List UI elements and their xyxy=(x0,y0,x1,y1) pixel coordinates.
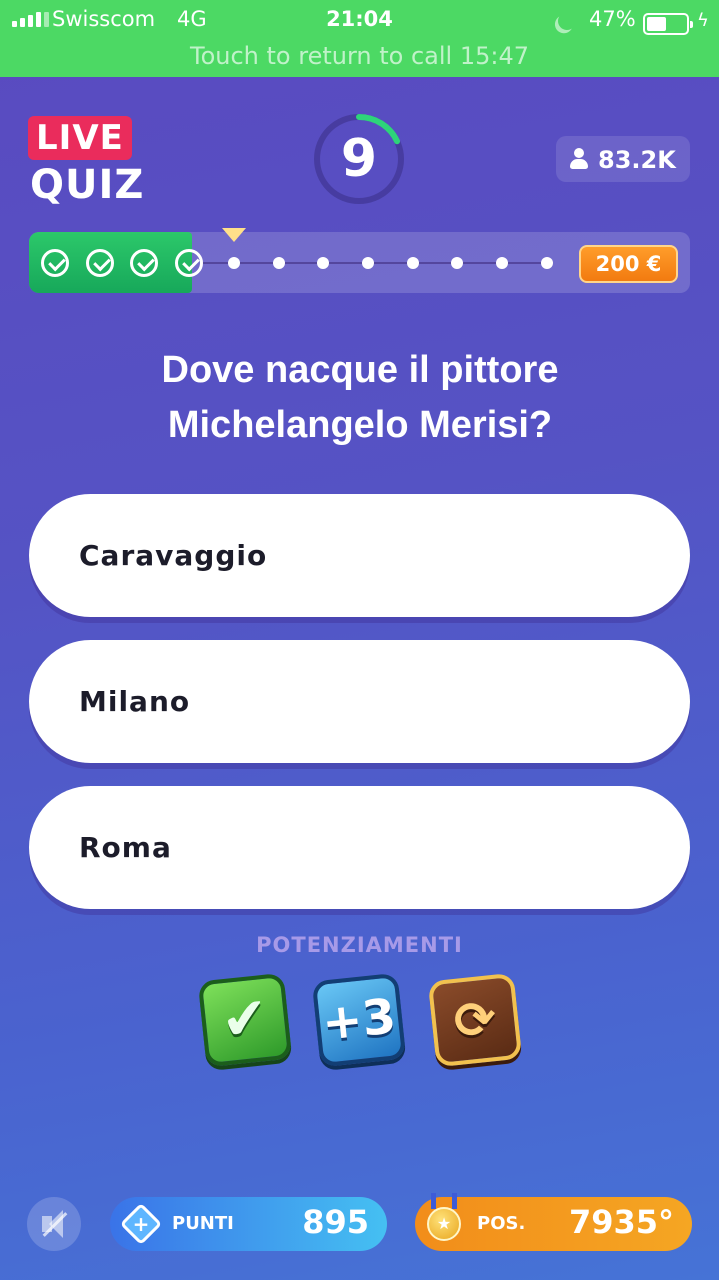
pending-step-dot xyxy=(272,257,285,269)
players-count: 83.2K xyxy=(598,146,676,174)
battery-icon xyxy=(643,13,693,35)
check-powerup-button[interactable]: ✔ xyxy=(197,972,293,1068)
players-count-badge: 83.2K xyxy=(556,136,690,182)
battery-percentage: 47% xyxy=(589,7,636,31)
prize-badge: 200 € xyxy=(579,245,678,283)
pending-step-dot xyxy=(540,257,553,269)
charging-icon: ϟ xyxy=(697,10,709,31)
timer-seconds: 9 xyxy=(340,129,378,189)
question-line-1: Dove nacque il pittore xyxy=(161,349,559,391)
logo-quiz-text: QUIZ xyxy=(30,162,145,208)
status-bar: Swisscom 4G 21:04 47% ϟ Touch to return … xyxy=(0,0,719,77)
completed-step-check-icon xyxy=(175,249,204,277)
completed-step-check-icon xyxy=(85,249,114,277)
points-pill: PUNTI 895 xyxy=(110,1197,387,1251)
user-icon xyxy=(570,148,588,170)
live-quiz-logo: LIVE QUIZ xyxy=(28,112,143,212)
question-line-2: Michelangelo Merisi? xyxy=(167,404,553,446)
logo-live-text: LIVE xyxy=(28,116,132,160)
completed-step-check-icon xyxy=(41,249,69,277)
pending-step-dot xyxy=(406,257,419,269)
plus-three-powerup-button[interactable]: +3 xyxy=(311,972,407,1068)
return-to-call-banner[interactable]: Touch to return to call 15:47 xyxy=(0,42,719,70)
current-question-marker-icon xyxy=(222,228,246,242)
answer-option-2[interactable]: Milano xyxy=(29,640,690,763)
answer-option-3[interactable]: Roma xyxy=(29,786,690,909)
pending-step-dot xyxy=(227,257,240,269)
swap-powerup-button[interactable]: ⟳ xyxy=(427,972,523,1068)
position-label: POS. xyxy=(477,1213,526,1234)
position-pill: POS. 7935° xyxy=(415,1193,692,1251)
points-value: 895 xyxy=(302,1203,369,1241)
medal-icon xyxy=(427,1207,461,1241)
points-label: PUNTI xyxy=(172,1213,234,1234)
question-timer: 9 xyxy=(313,113,405,205)
sound-toggle-button[interactable] xyxy=(27,1197,81,1251)
position-value: 7935° xyxy=(568,1203,674,1241)
question-text: Dove nacque il pittore Michelangelo Meri… xyxy=(40,343,680,453)
swap-powerup-icon: ⟳ xyxy=(451,988,499,1052)
check-powerup-icon: ✔ xyxy=(218,984,272,1055)
powerups-title: POTENZIAMENTI xyxy=(256,933,463,957)
pending-step-dot xyxy=(496,257,508,269)
pending-step-dot xyxy=(361,257,374,269)
plus-three-powerup-icon: +3 xyxy=(319,988,399,1052)
gem-plus-icon xyxy=(119,1202,163,1246)
answer-option-1[interactable]: Caravaggio xyxy=(29,494,690,617)
